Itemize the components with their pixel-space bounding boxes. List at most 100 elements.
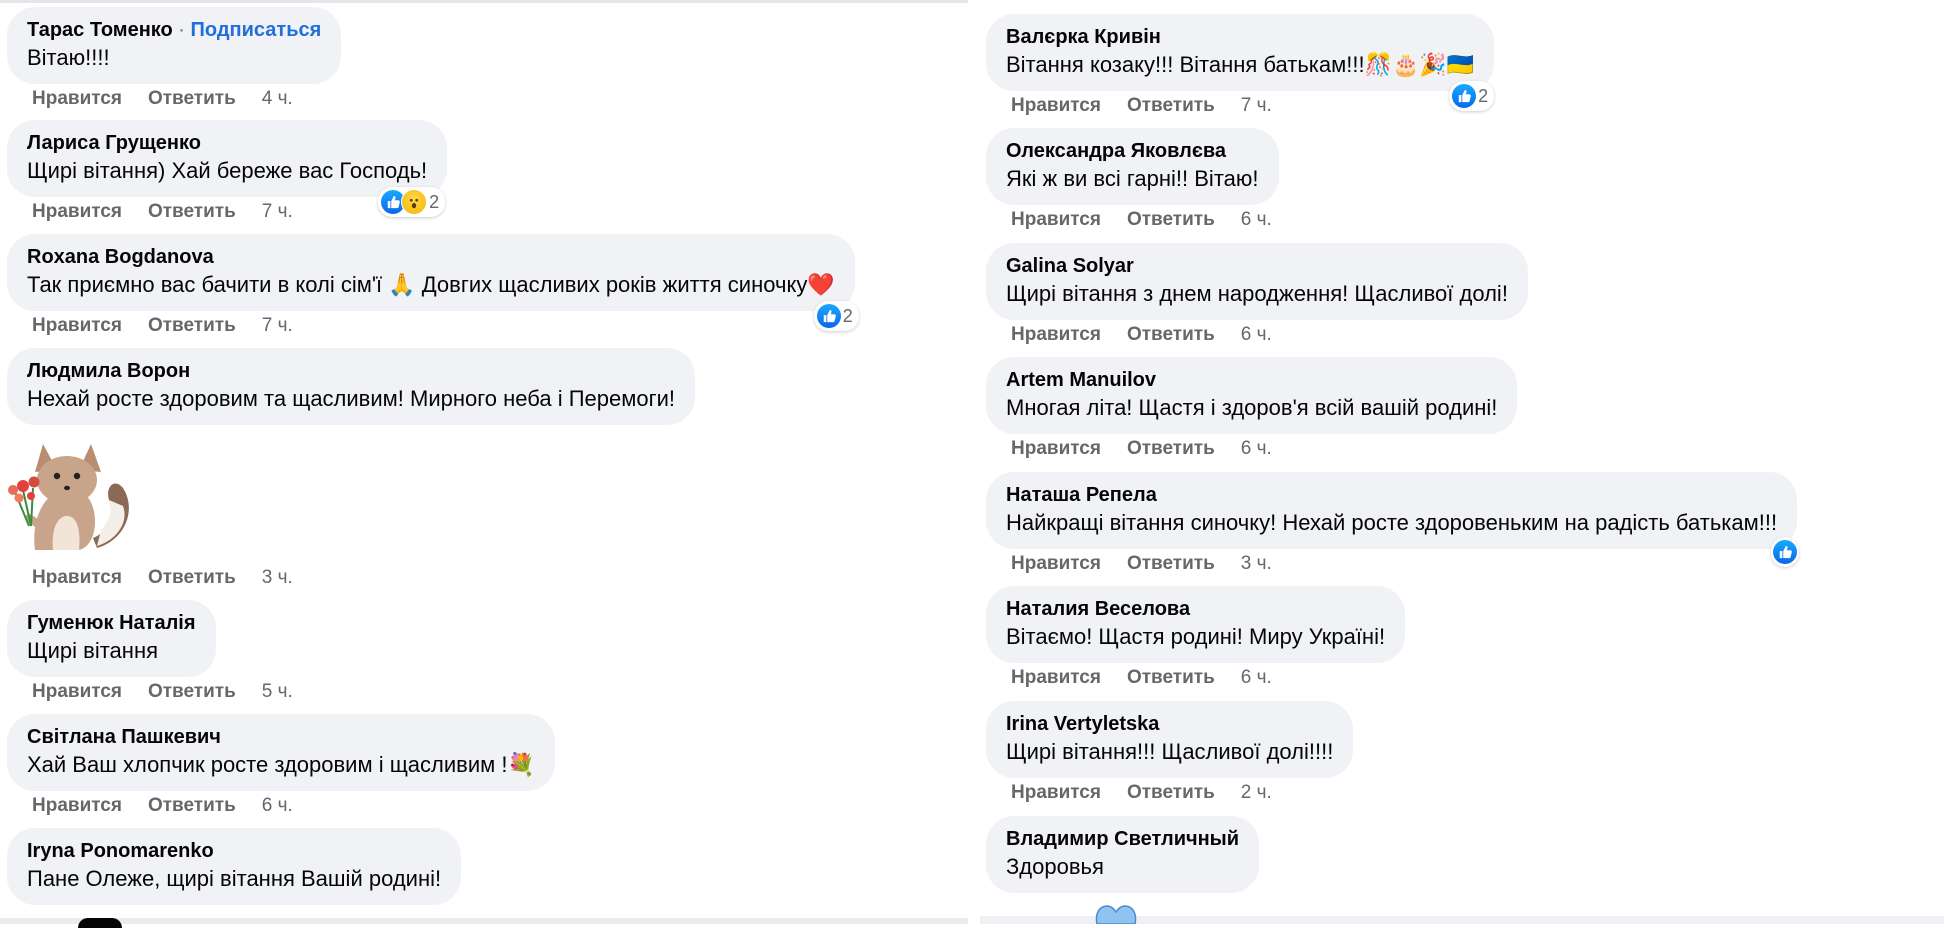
- comment-bubble: Наташа Репела Найкращі вітання синочку! …: [986, 472, 1800, 567]
- comment-author[interactable]: Гуменюк Наталія: [27, 610, 196, 636]
- reaction-count: 2: [1478, 85, 1489, 106]
- comment-time[interactable]: 5 ч.: [262, 680, 293, 704]
- like-button[interactable]: Нравится: [32, 314, 122, 338]
- like-button[interactable]: Нравится: [1011, 437, 1101, 461]
- comment-author[interactable]: Наташа Репела: [1006, 482, 1777, 508]
- comment-author[interactable]: Iryna Ponomarenko: [27, 838, 441, 864]
- comment: Irina Vertyletska Щирі вітання!!! Щаслив…: [986, 701, 1354, 805]
- comment: Artem Manuilov Многая літа! Щастя і здор…: [986, 357, 1518, 461]
- left-comments-panel: Тарас Томенко · Подписаться Вітаю!!!! Нр…: [0, 0, 968, 928]
- comment-time[interactable]: 7 ч.: [262, 314, 293, 338]
- comment-time[interactable]: 3 ч.: [1241, 552, 1272, 576]
- reply-button[interactable]: Ответить: [148, 680, 236, 704]
- comment-author[interactable]: Лариса Грущенко: [27, 130, 427, 156]
- reply-button[interactable]: Ответить: [1127, 323, 1215, 347]
- comment: Гуменюк Наталія Щирі вітання Нравится От…: [7, 600, 293, 704]
- like-button[interactable]: Нравится: [1011, 781, 1101, 805]
- reply-button[interactable]: Ответить: [148, 87, 236, 111]
- comment-author[interactable]: Galina Solyar: [1006, 253, 1508, 279]
- comment-bubble: Irina Vertyletska Щирі вітання!!! Щаслив…: [986, 701, 1354, 778]
- comment-text: Щирі вітання) Хай береже вас Господь!: [27, 158, 428, 183]
- comment-bubble: Лариса Грущенко Щирі вітання) Хай береже…: [7, 120, 448, 217]
- comment: Galina Solyar Щирі вітання з днем народж…: [986, 243, 1528, 347]
- comment-author[interactable]: Roxana Bogdanova: [27, 244, 835, 270]
- comment-author[interactable]: Олександра Яковлєва: [1006, 138, 1259, 164]
- like-button[interactable]: Нравится: [32, 680, 122, 704]
- comment-bubble: Владимир Светличный Здоровья: [986, 816, 1260, 893]
- comment-author[interactable]: Наталия Веселова: [1006, 596, 1385, 622]
- comment-author[interactable]: Artem Manuilov: [1006, 367, 1497, 393]
- comment-text: Щирі вітання: [27, 638, 159, 663]
- comment-author[interactable]: Світлана Пашкевич: [27, 724, 535, 750]
- reply-button[interactable]: Ответить: [1127, 208, 1215, 232]
- right-comments-panel: Валєрка Кривін Вітання козаку!!! Вітання…: [980, 0, 1944, 924]
- comment-actions: Нравится Ответить 5 ч.: [32, 680, 293, 704]
- comment-time[interactable]: 3 ч.: [262, 566, 293, 590]
- like-button[interactable]: Нравится: [1011, 666, 1101, 690]
- comment: Roxana Bogdanova Так приємно вас бачити …: [7, 234, 859, 338]
- like-button[interactable]: Нравится: [1011, 94, 1101, 118]
- reply-button[interactable]: Ответить: [148, 314, 236, 338]
- comment-author[interactable]: Валєрка Кривін: [1006, 24, 1474, 50]
- heart-sticker-icon: [1095, 905, 1137, 924]
- comment-time[interactable]: 2 ч.: [1241, 781, 1272, 805]
- reaction-summary[interactable]: 2: [378, 187, 446, 217]
- comment-text: Многая літа! Щастя і здоров'я всій вашій…: [1006, 395, 1498, 420]
- fox-with-flowers-sticker: [8, 444, 129, 550]
- comment-time[interactable]: 7 ч.: [1241, 94, 1272, 118]
- comment-time[interactable]: 6 ч.: [1241, 323, 1272, 347]
- like-button[interactable]: Нравится: [1011, 552, 1101, 576]
- like-button[interactable]: Нравится: [32, 200, 122, 224]
- comment-author[interactable]: Владимир Светличный: [1006, 826, 1239, 852]
- bottom-edge: [0, 918, 968, 924]
- reaction-count: 2: [429, 191, 440, 212]
- reaction-summary[interactable]: 2: [1449, 81, 1495, 111]
- comment-text: Які ж ви всі гарні!! Вітаю!: [1006, 166, 1259, 191]
- comment: Валєрка Кривін Вітання козаку!!! Вітання…: [986, 14, 1495, 118]
- avatar[interactable]: [78, 918, 122, 928]
- reply-button[interactable]: Ответить: [148, 794, 236, 818]
- comment: Олександра Яковлєва Які ж ви всі гарні!!…: [986, 128, 1279, 232]
- thumbs-up-icon: [816, 304, 841, 328]
- comment-bubble: Людмила Ворон Нехай росте здоровим та ща…: [7, 348, 696, 425]
- comment-actions: Нравится Ответить 4 ч.: [32, 87, 341, 111]
- column-divider: [968, 0, 980, 924]
- comment-text: Щирі вітання з днем народження! Щасливої…: [1006, 281, 1508, 306]
- reply-button[interactable]: Ответить: [1127, 552, 1215, 576]
- comment-actions: Нравится Ответить 3 ч.: [32, 566, 293, 590]
- comment-actions: Нравится Ответить 7 ч.: [32, 314, 855, 338]
- comment-time[interactable]: 7 ч.: [262, 200, 293, 224]
- comment-bubble: Світлана Пашкевич Хай Ваш хлопчик росте …: [7, 714, 555, 791]
- comment-time[interactable]: 6 ч.: [1241, 208, 1272, 232]
- comment-actions: Нравится Ответить 6 ч.: [1011, 437, 1517, 461]
- comment-bubble: Гуменюк Наталія Щирі вітання: [7, 600, 216, 677]
- reaction-summary[interactable]: 2: [813, 301, 859, 331]
- comment-time[interactable]: 6 ч.: [262, 794, 293, 818]
- comment-actions: Нравится Ответить 3 ч.: [1011, 552, 1797, 576]
- comment-author[interactable]: Irina Vertyletska: [1006, 711, 1333, 737]
- comment: Світлана Пашкевич Хай Ваш хлопчик росте …: [7, 714, 555, 818]
- reply-button[interactable]: Ответить: [1127, 781, 1215, 805]
- comment-time[interactable]: 6 ч.: [1241, 437, 1272, 461]
- subscribe-link[interactable]: Подписаться: [191, 19, 322, 41]
- like-button[interactable]: Нравится: [32, 794, 122, 818]
- comment-time[interactable]: 4 ч.: [262, 87, 293, 111]
- like-button[interactable]: Нравится: [1011, 208, 1101, 232]
- thumbs-up-icon: [1452, 84, 1477, 108]
- reply-button[interactable]: Ответить: [1127, 94, 1215, 118]
- comment-author[interactable]: Тарас Томенко: [27, 19, 173, 41]
- comment-author[interactable]: Людмила Ворон: [27, 358, 675, 384]
- comment-bubble: Galina Solyar Щирі вітання з днем народж…: [986, 243, 1528, 320]
- reply-button[interactable]: Ответить: [1127, 666, 1215, 690]
- comment-time[interactable]: 6 ч.: [1241, 666, 1272, 690]
- comment-actions: Нравится Ответить 7 ч.: [1011, 94, 1494, 118]
- comment-bubble: Artem Manuilov Многая літа! Щастя і здор…: [986, 357, 1518, 434]
- comment-bubble: Олександра Яковлєва Які ж ви всі гарні!!…: [986, 128, 1279, 205]
- reply-button[interactable]: Ответить: [1127, 437, 1215, 461]
- like-button[interactable]: Нравится: [1011, 323, 1101, 347]
- like-button[interactable]: Нравится: [32, 566, 122, 590]
- reaction-summary[interactable]: [1771, 537, 1800, 567]
- reply-button[interactable]: Ответить: [148, 200, 236, 224]
- like-button[interactable]: Нравится: [32, 87, 122, 111]
- reply-button[interactable]: Ответить: [148, 566, 236, 590]
